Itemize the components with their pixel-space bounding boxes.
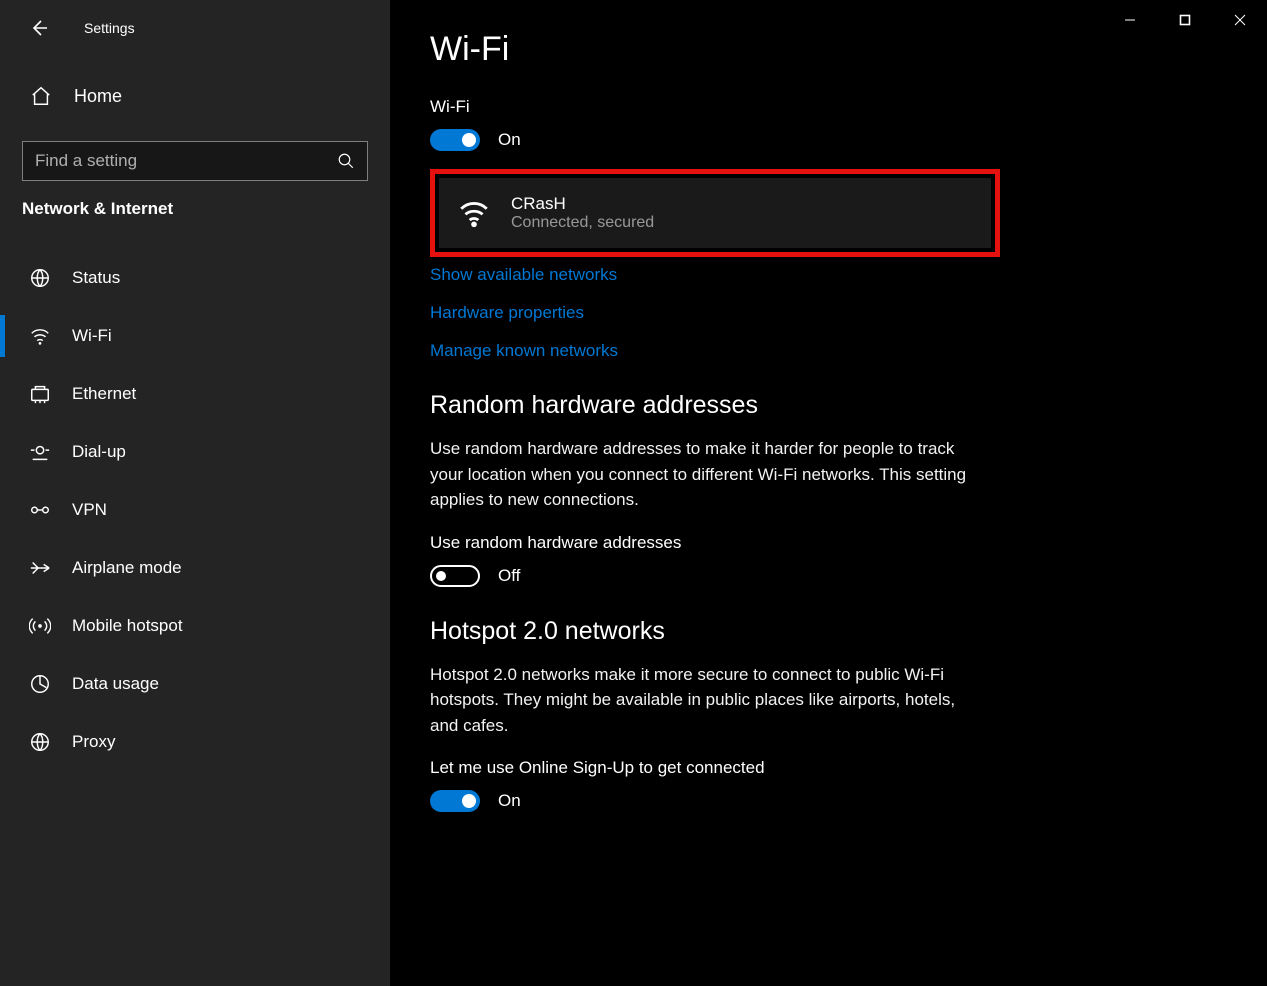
airplane-icon <box>28 556 52 580</box>
sidebar-item-status[interactable]: Status <box>0 249 390 307</box>
maximize-button[interactable] <box>1157 0 1212 40</box>
random-toggle-label: Use random hardware addresses <box>430 533 1227 553</box>
proxy-icon <box>28 730 52 754</box>
hotspot-body: Hotspot 2.0 networks make it more secure… <box>430 662 970 739</box>
random-toggle-row: Off <box>430 565 1227 587</box>
hotspot-toggle-row: On <box>430 790 1227 812</box>
link-hardware-properties[interactable]: Hardware properties <box>430 303 584 323</box>
sidebar-item-label: Status <box>72 268 120 288</box>
home-label: Home <box>74 86 122 107</box>
sidebar-item-dialup[interactable]: Dial-up <box>0 423 390 481</box>
sidebar-item-airplane[interactable]: Airplane mode <box>0 539 390 597</box>
wifi-toggle-state: On <box>498 130 521 150</box>
sidebar-item-label: VPN <box>72 500 107 520</box>
close-button[interactable] <box>1212 0 1267 40</box>
arrow-left-icon <box>29 18 49 38</box>
network-status: Connected, secured <box>511 214 654 232</box>
search-icon <box>337 152 355 170</box>
sidebar-item-vpn[interactable]: VPN <box>0 481 390 539</box>
window-title: Settings <box>84 20 135 36</box>
random-heading: Random hardware addresses <box>430 391 1227 420</box>
sidebar-nav: Status Wi-Fi Ethernet Dial-up VPN Airpla… <box>0 249 390 771</box>
network-name: CRasH <box>511 194 654 214</box>
sidebar-item-label: Dial-up <box>72 442 126 462</box>
search-input[interactable] <box>35 151 307 171</box>
sidebar-item-proxy[interactable]: Proxy <box>0 713 390 771</box>
sidebar-category: Network & Internet <box>0 181 390 229</box>
hotspot-toggle[interactable] <box>430 790 480 812</box>
minimize-icon <box>1124 14 1136 26</box>
sidebar-item-ethernet[interactable]: Ethernet <box>0 365 390 423</box>
wifi-section-label: Wi-Fi <box>430 97 1227 117</box>
sidebar-item-wifi[interactable]: Wi-Fi <box>0 307 390 365</box>
random-body: Use random hardware addresses to make it… <box>430 436 970 513</box>
window-controls <box>1102 0 1267 40</box>
vpn-icon <box>28 498 52 522</box>
sidebar-item-label: Airplane mode <box>72 558 182 578</box>
wifi-signal-icon <box>457 196 491 230</box>
sidebar-item-hotspot[interactable]: Mobile hotspot <box>0 597 390 655</box>
ethernet-icon <box>28 382 52 406</box>
minimize-button[interactable] <box>1102 0 1157 40</box>
sidebar-item-label: Ethernet <box>72 384 136 404</box>
hotspot-toggle-label: Let me use Online Sign-Up to get connect… <box>430 758 1227 778</box>
search-wrap <box>0 141 390 181</box>
home-icon <box>30 85 52 107</box>
titlebar: Settings <box>0 0 390 55</box>
sidebar-item-label: Data usage <box>72 674 159 694</box>
search-box[interactable] <box>22 141 368 181</box>
close-icon <box>1234 14 1246 26</box>
hotspot-icon <box>28 614 52 638</box>
datausage-icon <box>28 672 52 696</box>
maximize-icon <box>1179 14 1191 26</box>
hotspot-heading: Hotspot 2.0 networks <box>430 617 1227 646</box>
highlight-box: CRasH Connected, secured <box>430 169 1000 257</box>
random-toggle-state: Off <box>498 566 520 586</box>
wifi-toggle-row: On <box>430 129 1227 151</box>
wifi-icon <box>28 324 52 348</box>
sidebar-item-datausage[interactable]: Data usage <box>0 655 390 713</box>
wifi-toggle[interactable] <box>430 129 480 151</box>
random-toggle[interactable] <box>430 565 480 587</box>
current-network-item[interactable]: CRasH Connected, secured <box>439 178 991 248</box>
sidebar-item-label: Proxy <box>72 732 115 752</box>
dialup-icon <box>28 440 52 464</box>
status-icon <box>28 266 52 290</box>
sidebar: Settings Home Network & Internet Status … <box>0 0 390 986</box>
sidebar-home[interactable]: Home <box>0 71 390 121</box>
back-button[interactable] <box>18 7 60 49</box>
main-content: Wi-Fi Wi-Fi On CRasH Connected, secured … <box>390 0 1267 986</box>
link-known-networks[interactable]: Manage known networks <box>430 341 618 361</box>
link-available-networks[interactable]: Show available networks <box>430 265 617 285</box>
sidebar-item-label: Wi-Fi <box>72 326 112 346</box>
hotspot-toggle-state: On <box>498 791 521 811</box>
sidebar-item-label: Mobile hotspot <box>72 616 183 636</box>
